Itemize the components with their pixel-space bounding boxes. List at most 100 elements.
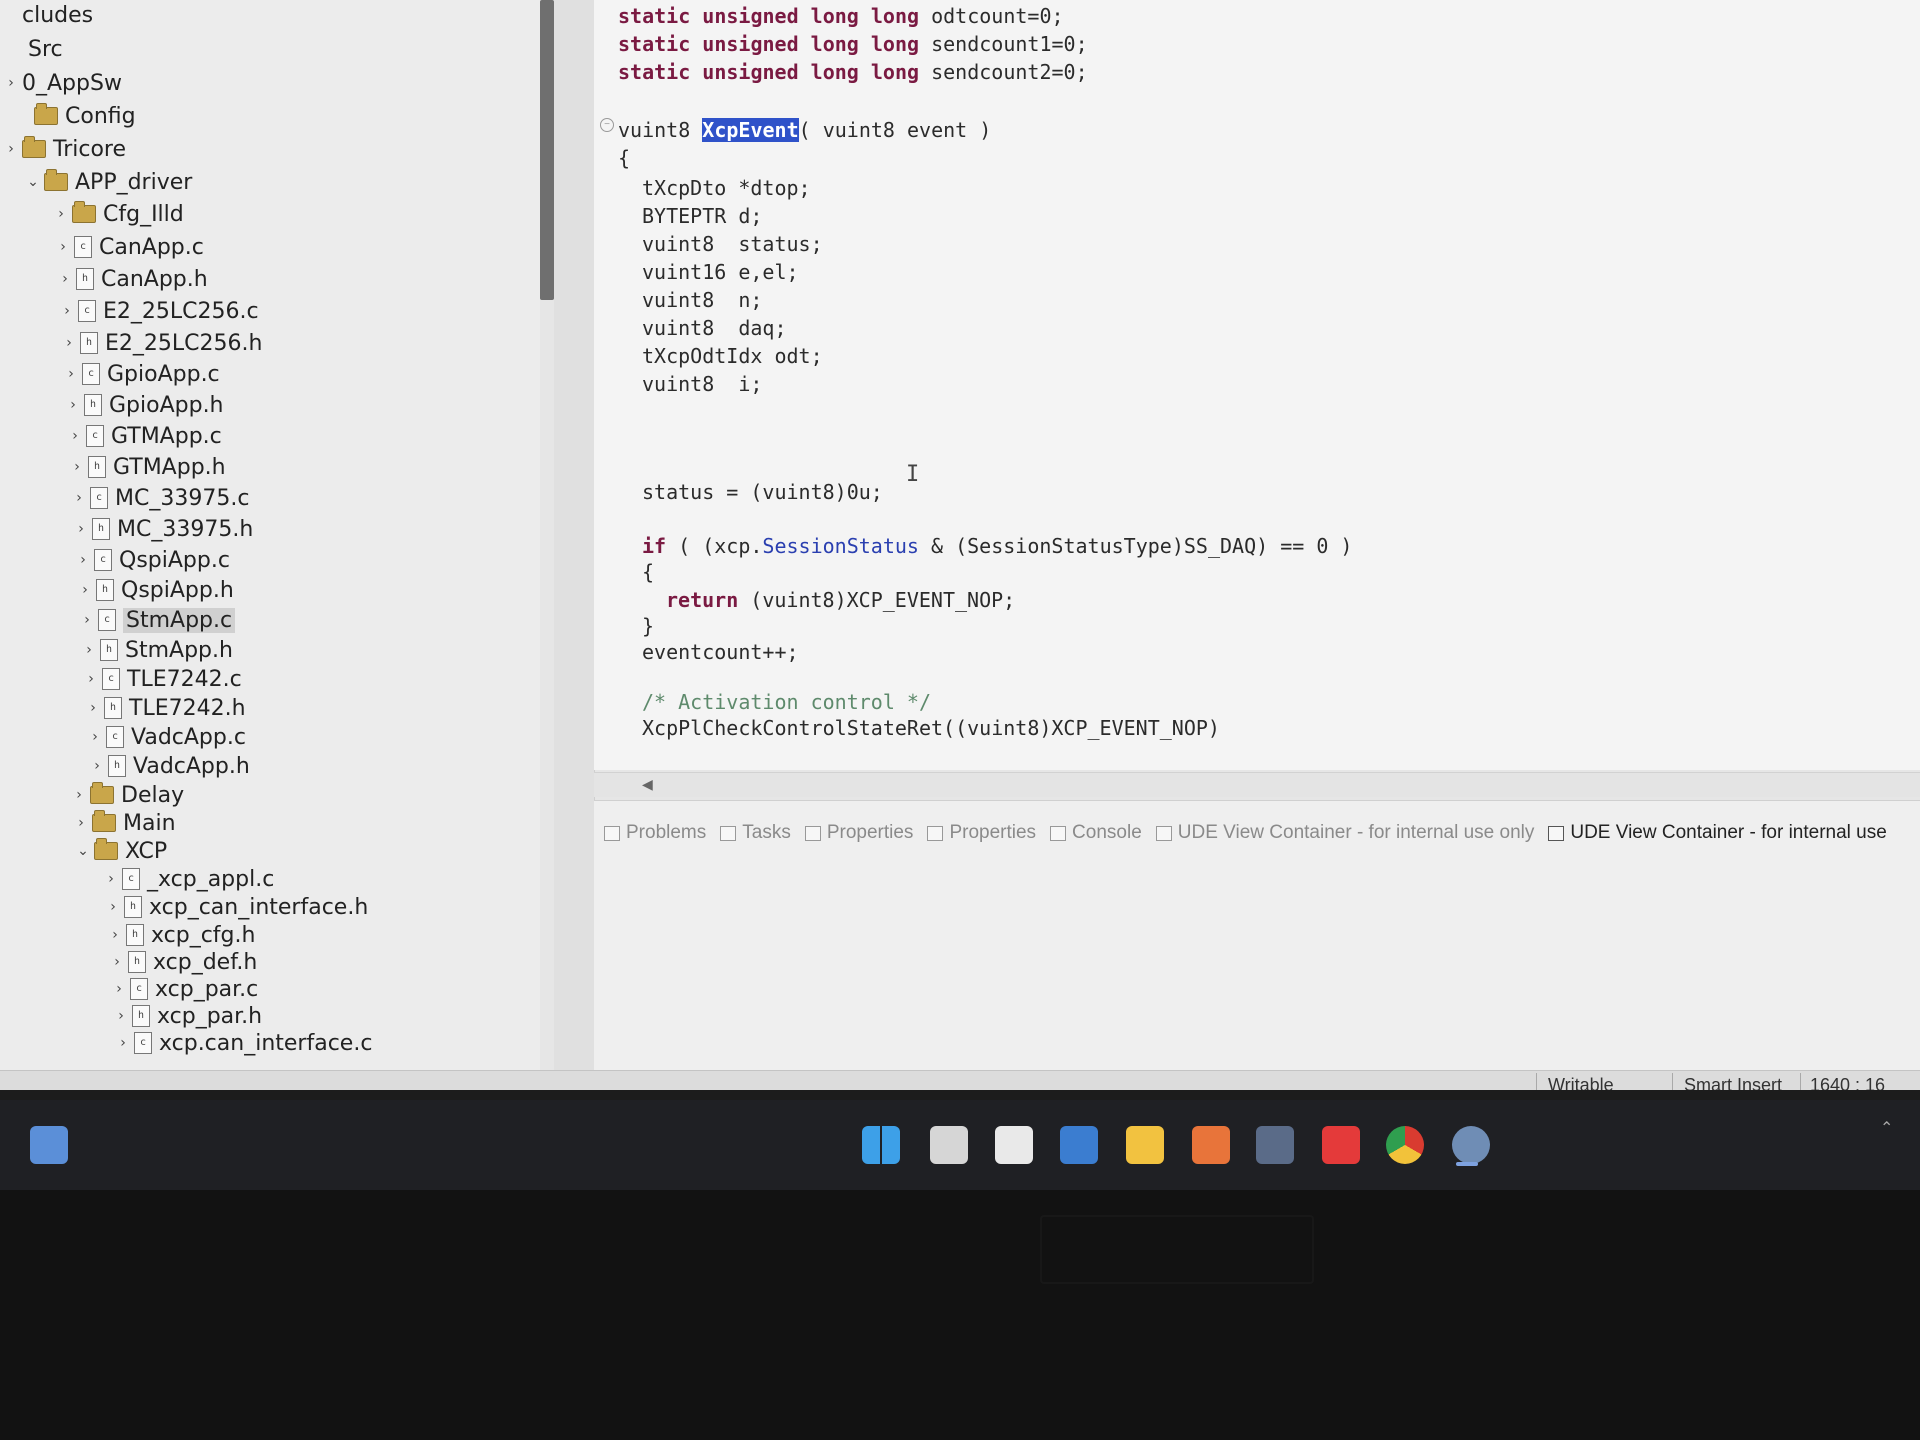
- code-line[interactable]: XcpPlCheckControlStateRet((vuint8)XCP_EV…: [642, 716, 1220, 742]
- file-manager-icon[interactable]: [930, 1126, 968, 1164]
- chevron-right-icon[interactable]: ›: [78, 642, 100, 658]
- widgets-icon[interactable]: [30, 1126, 68, 1164]
- code-line[interactable]: tXcpOdtIdx odt;: [642, 344, 823, 370]
- tree-item[interactable]: › h xcp_par.h: [110, 1001, 262, 1031]
- tree-item[interactable]: › c MC_33975.c: [68, 483, 249, 513]
- tree-item[interactable]: cludes: [0, 0, 93, 30]
- chevron-right-icon[interactable]: ›: [74, 582, 96, 598]
- settings-gear-icon[interactable]: [1452, 1126, 1490, 1164]
- chevron-right-icon[interactable]: ›: [62, 397, 84, 413]
- explorer-scrollbar[interactable]: [540, 0, 554, 300]
- chevron-right-icon[interactable]: ›: [84, 729, 106, 745]
- view-tab[interactable]: Properties: [804, 822, 913, 844]
- tree-item[interactable]: › h VadcApp.h: [86, 751, 250, 781]
- tree-item[interactable]: › c _xcp_appl.c: [100, 864, 274, 894]
- app-red-icon[interactable]: [1322, 1126, 1360, 1164]
- view-tab[interactable]: UDE View Container - for internal use: [1548, 822, 1887, 844]
- tree-item[interactable]: › h GpioApp.h: [62, 390, 223, 420]
- chevron-right-icon[interactable]: ›: [60, 366, 82, 382]
- tree-item[interactable]: › h xcp_can_interface.h: [102, 892, 368, 922]
- app-orange-icon[interactable]: [1192, 1126, 1230, 1164]
- folder-icon[interactable]: [1126, 1126, 1164, 1164]
- tree-item[interactable]: › h xcp_cfg.h: [104, 920, 255, 950]
- chevron-right-icon[interactable]: ›: [108, 981, 130, 997]
- code-line[interactable]: status = (vuint8)0u;: [642, 480, 883, 506]
- chevron-right-icon[interactable]: ›: [68, 490, 90, 506]
- view-tab[interactable]: UDE View Container - for internal use on…: [1155, 822, 1534, 844]
- code-line[interactable]: {: [618, 146, 630, 172]
- tree-item[interactable]: › Delay: [68, 780, 184, 810]
- code-line[interactable]: eventcount++;: [642, 640, 799, 666]
- windows-start-icon[interactable]: [862, 1126, 900, 1164]
- pane-divider[interactable]: [554, 0, 595, 1080]
- code-editor[interactable]: − I static unsigned long long odtcount=0…: [594, 0, 1920, 770]
- chevron-right-icon[interactable]: ›: [64, 428, 86, 444]
- store-icon[interactable]: [995, 1126, 1033, 1164]
- chevron-right-icon[interactable]: ›: [50, 206, 72, 222]
- code-line[interactable]: if ( (xcp.SessionStatus & (SessionStatus…: [642, 534, 1352, 560]
- tree-item[interactable]: › c VadcApp.c: [84, 722, 246, 752]
- chevron-down-icon[interactable]: ⌄: [22, 174, 44, 190]
- tree-item[interactable]: › h TLE7242.h: [82, 693, 245, 723]
- tree-item[interactable]: › h QspiApp.h: [74, 575, 234, 605]
- chevron-right-icon[interactable]: ›: [112, 1035, 134, 1051]
- chevron-right-icon[interactable]: ›: [104, 927, 126, 943]
- chevron-right-icon[interactable]: ›: [56, 303, 78, 319]
- code-line[interactable]: static unsigned long long sendcount2=0;: [618, 60, 1088, 86]
- tree-item[interactable]: › Cfg_Illd: [50, 199, 184, 229]
- tree-item[interactable]: › c E2_25LC256.c: [56, 296, 258, 326]
- code-line[interactable]: static unsigned long long sendcount1=0;: [618, 32, 1088, 58]
- code-line[interactable]: BYTEPTR d;: [642, 204, 762, 230]
- chevron-right-icon[interactable]: ›: [0, 75, 22, 91]
- view-tab[interactable]: Problems: [604, 822, 706, 844]
- code-line[interactable]: vuint8 i;: [642, 372, 762, 398]
- tree-item[interactable]: › h xcp_def.h: [106, 947, 257, 977]
- chevron-right-icon[interactable]: ›: [54, 271, 76, 287]
- chevron-right-icon[interactable]: ›: [100, 871, 122, 887]
- chevron-right-icon[interactable]: ›: [106, 954, 128, 970]
- tree-item[interactable]: › h StmApp.h: [78, 635, 233, 665]
- tree-item[interactable]: › c GTMApp.c: [64, 421, 222, 451]
- code-line[interactable]: {: [642, 560, 654, 586]
- chevron-right-icon[interactable]: ›: [110, 1008, 132, 1024]
- code-line[interactable]: /* Activation control */: [642, 690, 931, 716]
- tree-item[interactable]: › h CanApp.h: [54, 264, 208, 294]
- code-line[interactable]: vuint8 status;: [642, 232, 823, 258]
- fold-collapse-icon[interactable]: −: [600, 118, 614, 132]
- chrome-icon[interactable]: [1386, 1126, 1424, 1164]
- code-line[interactable]: vuint8 daq;: [642, 316, 787, 342]
- scroll-left-arrow-icon[interactable]: ◀: [642, 776, 653, 793]
- tree-item[interactable]: Config: [12, 101, 136, 131]
- editor-horizontal-scrollbar[interactable]: ◀: [594, 772, 1920, 797]
- chevron-down-icon[interactable]: ⌄: [72, 843, 94, 859]
- chevron-right-icon[interactable]: ›: [68, 787, 90, 803]
- chevron-right-icon[interactable]: ›: [66, 459, 88, 475]
- view-tab[interactable]: Console: [1050, 822, 1142, 844]
- tree-item[interactable]: › Tricore: [0, 134, 126, 164]
- mail-icon[interactable]: [1060, 1126, 1098, 1164]
- tree-item[interactable]: ⌄ XCP: [72, 836, 167, 866]
- tree-item[interactable]: › h MC_33975.h: [70, 514, 253, 544]
- chevron-right-icon[interactable]: ›: [0, 141, 22, 157]
- tree-item[interactable]: › c xcp.can_interface.c: [112, 1028, 372, 1058]
- code-line[interactable]: return (vuint8)XCP_EVENT_NOP;: [666, 588, 1015, 614]
- chevron-right-icon[interactable]: ›: [82, 700, 104, 716]
- tree-item[interactable]: › h E2_25LC256.h: [58, 328, 262, 358]
- chevron-right-icon[interactable]: ›: [80, 671, 102, 687]
- chevron-right-icon[interactable]: ›: [86, 758, 108, 774]
- tree-item[interactable]: › 0_AppSw: [0, 68, 122, 98]
- code-line[interactable]: static unsigned long long odtcount=0;: [618, 4, 1064, 30]
- chevron-right-icon[interactable]: ›: [58, 335, 80, 351]
- code-line[interactable]: vuint8 n;: [642, 288, 762, 314]
- chevron-right-icon[interactable]: ›: [52, 239, 74, 255]
- chevron-right-icon[interactable]: ›: [72, 552, 94, 568]
- tray-chevron-up-icon[interactable]: ⌃: [1880, 1118, 1893, 1138]
- code-line[interactable]: }: [642, 614, 654, 640]
- chevron-right-icon[interactable]: ›: [102, 899, 124, 915]
- tree-item[interactable]: › h GTMApp.h: [66, 452, 225, 482]
- tree-item[interactable]: › c QspiApp.c: [72, 545, 230, 575]
- tree-item[interactable]: Src: [6, 34, 63, 64]
- view-tab[interactable]: Properties: [927, 822, 1036, 844]
- code-line[interactable]: tXcpDto *dtop;: [642, 176, 811, 202]
- chevron-right-icon[interactable]: ›: [70, 521, 92, 537]
